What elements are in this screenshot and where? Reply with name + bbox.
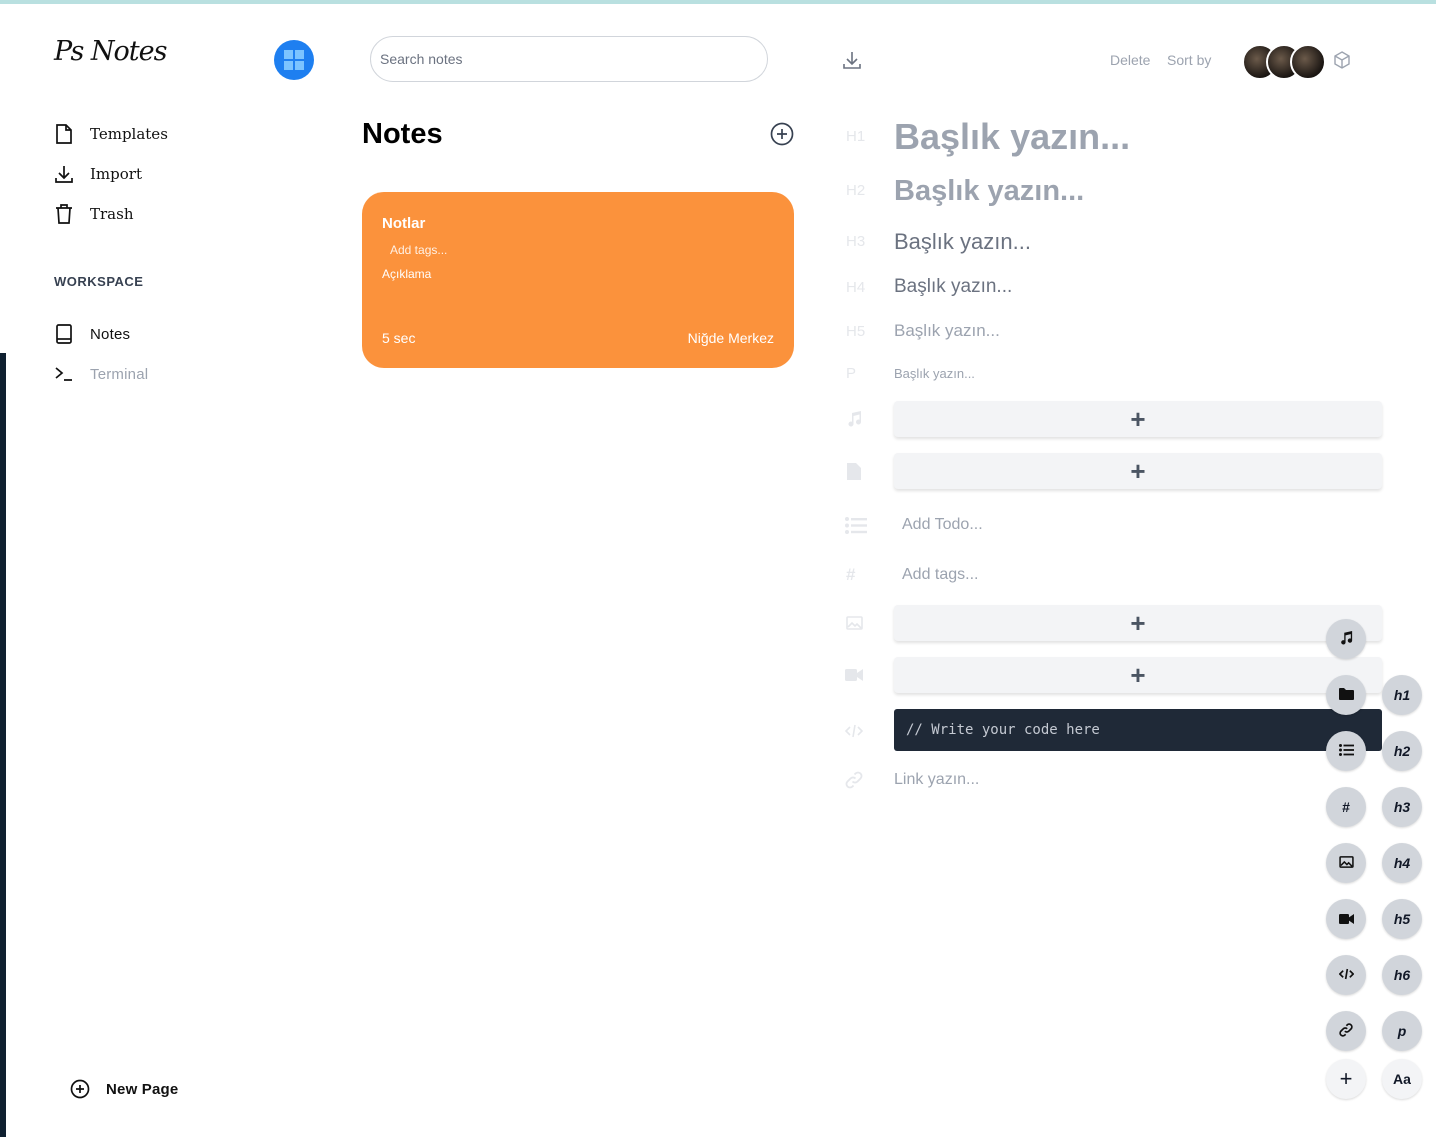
avatar[interactable] <box>1290 44 1326 80</box>
sidebar-item-trash[interactable]: Trash <box>54 202 133 226</box>
new-page-label: New Page <box>106 1080 179 1098</box>
h2-input[interactable]: Başlık yazın... <box>894 175 1084 208</box>
windows-app-icon[interactable] <box>274 40 314 80</box>
sort-by-button[interactable]: Sort by <box>1167 52 1211 68</box>
insert-h4-button[interactable]: h4 <box>1382 843 1422 883</box>
plus-circle-icon <box>70 1079 90 1099</box>
link-input[interactable]: Link yazın... <box>894 771 979 789</box>
add-video-button[interactable]: + <box>894 657 1382 693</box>
note-title: Notlar <box>382 215 426 232</box>
h2-label: H2 <box>846 182 866 199</box>
sidebar-item-templates[interactable]: Templates <box>54 122 168 146</box>
list-icon <box>845 516 867 534</box>
list-icon <box>1338 743 1354 759</box>
sidebar-item-label: Terminal <box>90 365 149 383</box>
note-location: Niğde Merkez <box>687 330 774 346</box>
h3-label: H3 <box>846 233 866 250</box>
insert-video-button[interactable] <box>1326 899 1366 939</box>
code-icon <box>1338 967 1354 983</box>
insert-code-button[interactable] <box>1326 955 1366 995</box>
cube-icon[interactable] <box>1333 51 1351 69</box>
image-icon <box>845 614 863 632</box>
note-tags[interactable]: Add tags... <box>390 243 447 257</box>
add-image-button[interactable]: + <box>894 605 1382 641</box>
sidebar-item-terminal[interactable]: Terminal <box>54 362 148 386</box>
new-page-button[interactable]: New Page <box>70 1077 178 1101</box>
code-editor[interactable]: // Write your code here <box>894 709 1382 751</box>
search-input[interactable] <box>370 36 768 82</box>
insert-h5-button[interactable]: h5 <box>1382 899 1422 939</box>
top-accent-line <box>0 0 1436 4</box>
h4-input[interactable]: Başlık yazın... <box>894 276 1012 298</box>
sidebar-item-label: Templates <box>90 125 168 143</box>
delete-button[interactable]: Delete <box>1110 52 1150 68</box>
sidebar-item-label: Import <box>90 165 142 183</box>
sidebar-item-label: Trash <box>90 205 134 223</box>
add-note-button[interactable] <box>770 122 794 146</box>
h5-input[interactable]: Başlık yazın... <box>894 321 1000 341</box>
insert-link-button[interactable] <box>1326 1011 1366 1051</box>
insert-h2-button[interactable]: h2 <box>1382 731 1422 771</box>
insert-file-button[interactable] <box>1326 675 1366 715</box>
insert-todo-button[interactable] <box>1326 731 1366 771</box>
folder-icon <box>1338 687 1354 703</box>
video-icon <box>1338 911 1354 927</box>
music-icon <box>1339 630 1353 648</box>
workspace-heading: WORKSPACE <box>54 274 144 289</box>
sidebar-item-label: Notes <box>90 325 131 343</box>
link-icon <box>1339 1022 1353 1040</box>
code-icon <box>845 722 863 740</box>
insert-h1-button[interactable]: h1 <box>1382 675 1422 715</box>
note-time: 5 sec <box>382 330 416 346</box>
image-icon <box>1338 855 1354 871</box>
insert-h3-button[interactable]: h3 <box>1382 787 1422 827</box>
book-icon <box>54 324 74 344</box>
sidebar-item-import[interactable]: Import <box>54 162 142 186</box>
background-window-edge <box>0 353 6 1137</box>
terminal-icon <box>54 364 74 384</box>
note-card[interactable]: Notlar Add tags... Açıklama 5 sec Niğde … <box>362 192 794 368</box>
text-style-button[interactable]: Aa <box>1382 1059 1422 1099</box>
tags-input[interactable]: Add tags... <box>902 566 979 584</box>
note-description: Açıklama <box>382 267 432 281</box>
toolbar-add-button[interactable]: + <box>1326 1059 1366 1099</box>
hash-icon: # <box>1342 799 1350 815</box>
add-audio-button[interactable]: + <box>894 401 1382 437</box>
insert-audio-button[interactable] <box>1326 619 1366 659</box>
todo-input[interactable]: Add Todo... <box>902 516 983 534</box>
download-icon <box>54 164 74 184</box>
insert-paragraph-button[interactable]: p <box>1382 1011 1422 1051</box>
music-icon <box>845 410 863 428</box>
h1-input[interactable]: Başlık yazın... <box>894 116 1130 158</box>
sidebar-item-notes[interactable]: Notes <box>54 322 130 346</box>
video-icon <box>845 666 863 684</box>
app-logo: Ps Notes <box>54 36 167 67</box>
add-file-button[interactable]: + <box>894 453 1382 489</box>
h1-label: H1 <box>846 128 866 145</box>
hash-icon: # <box>846 565 856 584</box>
insert-image-button[interactable] <box>1326 843 1366 883</box>
file-icon <box>54 124 74 144</box>
insert-h6-button[interactable]: h6 <box>1382 955 1422 995</box>
file-icon <box>845 462 863 480</box>
h4-label: H4 <box>846 279 866 296</box>
insert-tags-button[interactable]: # <box>1326 787 1366 827</box>
page-title: Notes <box>362 118 443 150</box>
trash-icon <box>54 204 74 224</box>
p-label: P <box>846 365 857 382</box>
link-icon <box>845 771 863 789</box>
p-input[interactable]: Başlık yazın... <box>894 366 975 381</box>
download-icon[interactable] <box>842 50 862 70</box>
h3-input[interactable]: Başlık yazın... <box>894 229 1031 255</box>
h5-label: H5 <box>846 323 866 340</box>
